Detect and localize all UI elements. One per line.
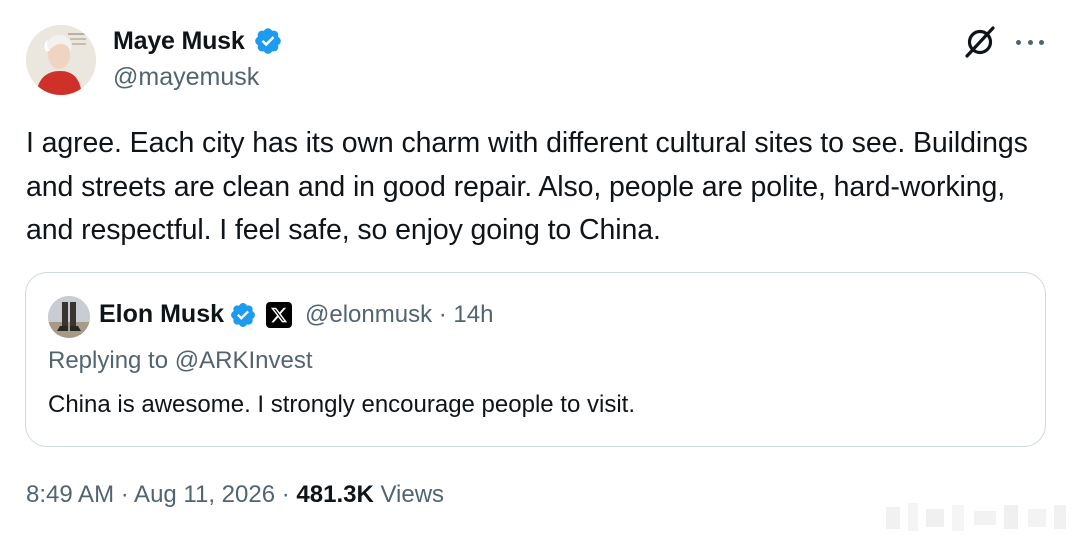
quoted-tweet-text: China is awesome. I strongly encourage p… bbox=[48, 391, 635, 418]
verified-badge-icon[interactable] bbox=[229, 301, 257, 329]
quoted-author-avatar[interactable] bbox=[48, 296, 90, 338]
author-name-row: Maye Musk bbox=[113, 26, 283, 56]
author-avatar[interactable] bbox=[26, 25, 96, 95]
tweet-meta: 8:49 AM · Aug 11, 2026 · 481.3K Views bbox=[26, 481, 444, 509]
views-count[interactable]: 481.3K bbox=[296, 481, 373, 508]
tweet-text: I agree. Each city has its own charm wit… bbox=[26, 127, 1028, 246]
quoted-display-name[interactable]: Elon Musk bbox=[99, 300, 224, 329]
tweet-timestamp[interactable]: 8:49 AM · Aug 11, 2026 · bbox=[26, 481, 296, 508]
watermark-graphic bbox=[886, 503, 1066, 531]
more-options-icon[interactable] bbox=[1013, 28, 1047, 56]
quoted-header: Elon Musk @elonmusk · 14h bbox=[99, 300, 493, 329]
replying-to[interactable]: Replying to @ARKInvest bbox=[48, 347, 312, 375]
grok-icon[interactable] bbox=[962, 24, 998, 60]
author-handle[interactable]: @mayemusk bbox=[113, 63, 259, 92]
quoted-tweet[interactable]: Elon Musk @elonmusk · 14h Replying to @A… bbox=[25, 272, 1046, 447]
verified-badge-icon[interactable] bbox=[253, 26, 283, 56]
author-display-name[interactable]: Maye Musk bbox=[113, 27, 245, 56]
x-logo-icon bbox=[266, 301, 293, 328]
tweet-card: Maye Musk @mayemusk I agree. Each city h… bbox=[0, 0, 1082, 542]
views-label: Views bbox=[373, 481, 445, 508]
quoted-handle-time[interactable]: @elonmusk · 14h bbox=[305, 301, 493, 329]
